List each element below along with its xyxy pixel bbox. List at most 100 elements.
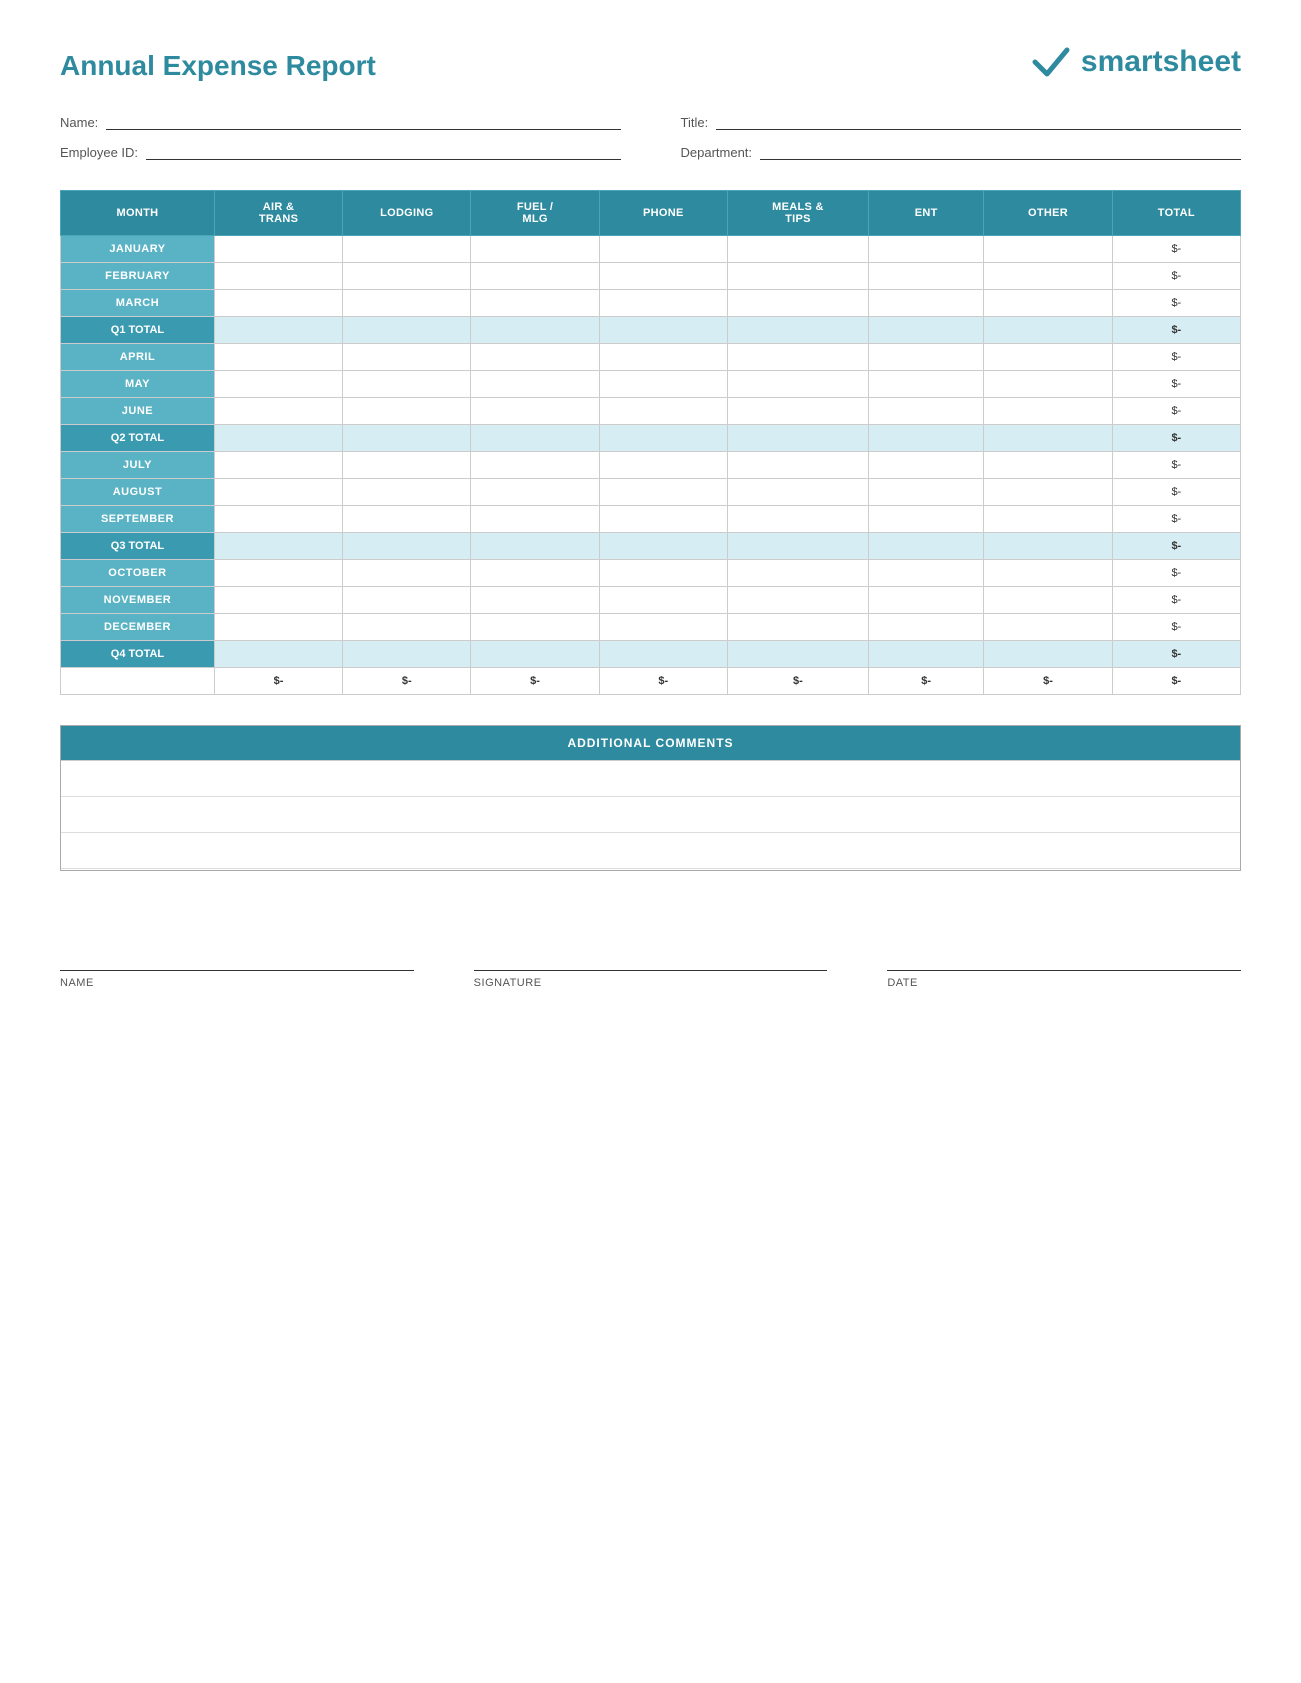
input-other[interactable] [990, 324, 1105, 336]
input-lodging[interactable] [349, 270, 464, 282]
input-air_trans[interactable] [221, 513, 336, 525]
cell-fuel_mlg[interactable] [471, 560, 599, 587]
cell-meals_tips[interactable] [727, 371, 868, 398]
input-air_trans[interactable] [221, 459, 336, 471]
input-lodging[interactable] [349, 297, 464, 309]
input-lodging[interactable] [349, 351, 464, 363]
cell-phone[interactable] [599, 290, 727, 317]
cell-lodging[interactable] [343, 614, 471, 641]
cell-lodging[interactable] [343, 263, 471, 290]
cell-fuel_mlg[interactable] [471, 452, 599, 479]
input-phone[interactable] [606, 270, 721, 282]
cell-other[interactable] [984, 587, 1112, 614]
input-fuel_mlg[interactable] [477, 297, 592, 309]
input-air_trans[interactable] [221, 351, 336, 363]
input-fuel_mlg[interactable] [477, 351, 592, 363]
cell-air_trans[interactable] [214, 398, 342, 425]
input-other[interactable] [990, 270, 1105, 282]
cell-ent[interactable] [868, 425, 983, 452]
cell-phone[interactable] [599, 398, 727, 425]
cell-other[interactable] [984, 344, 1112, 371]
cell-fuel_mlg[interactable] [471, 479, 599, 506]
cell-phone[interactable] [599, 344, 727, 371]
input-other[interactable] [990, 513, 1105, 525]
employee-id-input[interactable] [146, 144, 620, 160]
cell-lodging[interactable] [343, 533, 471, 560]
input-ent[interactable] [875, 270, 977, 282]
cell-air_trans[interactable] [214, 290, 342, 317]
title-input[interactable] [716, 114, 1241, 130]
cell-fuel_mlg[interactable] [471, 263, 599, 290]
cell-lodging[interactable] [343, 641, 471, 668]
input-air_trans[interactable] [221, 243, 336, 255]
cell-ent[interactable] [868, 587, 983, 614]
input-fuel_mlg[interactable] [477, 540, 592, 552]
cell-ent[interactable] [868, 236, 983, 263]
input-ent[interactable] [875, 378, 977, 390]
cell-fuel_mlg[interactable] [471, 506, 599, 533]
cell-lodging[interactable] [343, 587, 471, 614]
input-fuel_mlg[interactable] [477, 405, 592, 417]
input-phone[interactable] [606, 297, 721, 309]
input-air_trans[interactable] [221, 621, 336, 633]
cell-other[interactable] [984, 425, 1112, 452]
cell-lodging[interactable] [343, 398, 471, 425]
input-ent[interactable] [875, 594, 977, 606]
cell-meals_tips[interactable] [727, 533, 868, 560]
cell-meals_tips[interactable] [727, 614, 868, 641]
input-other[interactable] [990, 594, 1105, 606]
input-ent[interactable] [875, 486, 977, 498]
cell-phone[interactable] [599, 506, 727, 533]
cell-phone[interactable] [599, 641, 727, 668]
input-lodging[interactable] [349, 594, 464, 606]
cell-phone[interactable] [599, 560, 727, 587]
input-meals_tips[interactable] [734, 594, 862, 606]
cell-air_trans[interactable] [214, 263, 342, 290]
cell-lodging[interactable] [343, 344, 471, 371]
cell-lodging[interactable] [343, 425, 471, 452]
input-air_trans[interactable] [221, 540, 336, 552]
cell-fuel_mlg[interactable] [471, 425, 599, 452]
input-fuel_mlg[interactable] [477, 378, 592, 390]
input-meals_tips[interactable] [734, 297, 862, 309]
input-fuel_mlg[interactable] [477, 621, 592, 633]
input-lodging[interactable] [349, 405, 464, 417]
input-lodging[interactable] [349, 432, 464, 444]
cell-lodging[interactable] [343, 506, 471, 533]
input-fuel_mlg[interactable] [477, 324, 592, 336]
cell-lodging[interactable] [343, 236, 471, 263]
input-fuel_mlg[interactable] [477, 486, 592, 498]
cell-meals_tips[interactable] [727, 587, 868, 614]
cell-fuel_mlg[interactable] [471, 317, 599, 344]
cell-other[interactable] [984, 290, 1112, 317]
input-phone[interactable] [606, 486, 721, 498]
cell-air_trans[interactable] [214, 533, 342, 560]
input-ent[interactable] [875, 567, 977, 579]
cell-fuel_mlg[interactable] [471, 236, 599, 263]
input-phone[interactable] [606, 567, 721, 579]
input-phone[interactable] [606, 378, 721, 390]
input-meals_tips[interactable] [734, 324, 862, 336]
cell-ent[interactable] [868, 371, 983, 398]
input-fuel_mlg[interactable] [477, 243, 592, 255]
cell-meals_tips[interactable] [727, 344, 868, 371]
cell-other[interactable] [984, 263, 1112, 290]
department-input[interactable] [760, 144, 1241, 160]
cell-lodging[interactable] [343, 317, 471, 344]
cell-meals_tips[interactable] [727, 317, 868, 344]
cell-ent[interactable] [868, 641, 983, 668]
cell-air_trans[interactable] [214, 587, 342, 614]
cell-fuel_mlg[interactable] [471, 614, 599, 641]
cell-ent[interactable] [868, 263, 983, 290]
input-air_trans[interactable] [221, 486, 336, 498]
input-ent[interactable] [875, 351, 977, 363]
input-phone[interactable] [606, 621, 721, 633]
cell-lodging[interactable] [343, 452, 471, 479]
cell-phone[interactable] [599, 371, 727, 398]
input-other[interactable] [990, 459, 1105, 471]
input-meals_tips[interactable] [734, 432, 862, 444]
input-other[interactable] [990, 621, 1105, 633]
input-lodging[interactable] [349, 378, 464, 390]
cell-phone[interactable] [599, 587, 727, 614]
input-other[interactable] [990, 648, 1105, 660]
